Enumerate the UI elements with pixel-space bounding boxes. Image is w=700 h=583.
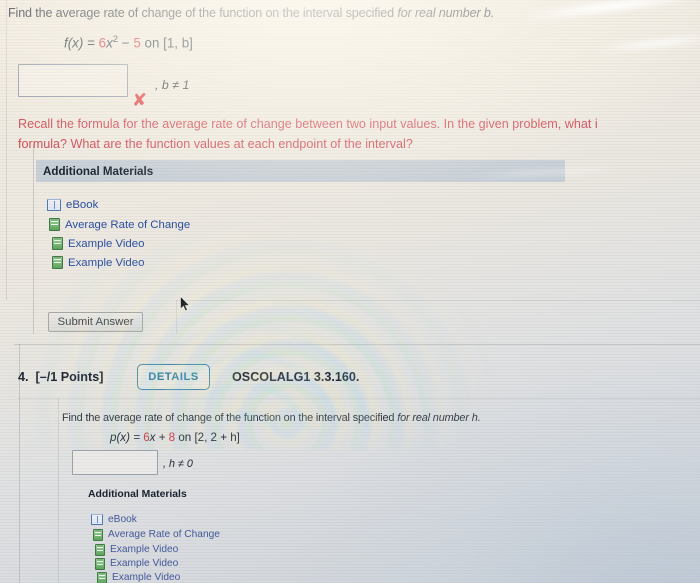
answer-input[interactable] [18,64,128,97]
book-icon [47,199,61,211]
prompt-italic-text: for real number b. [397,6,495,20]
q4-material-item-ebook[interactable]: eBook [91,514,137,525]
video-icon [49,218,60,231]
left-container-edge [6,0,7,300]
question-number-text: 4. [18,370,29,384]
question-4-materials-title: Additional Materials [88,489,187,500]
q4-header-divider [18,398,700,399]
q4-material-item-example-video-2[interactable]: Example Video [95,558,178,570]
book-icon [91,514,103,525]
material-item-average-rate-of-change[interactable]: Average Rate of Change [49,218,190,231]
prompt-plain-text: Find the average rate of change of the f… [8,6,398,20]
additional-materials-title: Additional Materials [43,165,154,178]
material-label: Example Video [68,237,145,250]
incorrect-x-icon: ✘ [132,90,148,111]
question-number: 4. [–/1 Points] [18,370,103,384]
formula-variable: x + [149,431,169,444]
question-code: OSCOLALG1 3.3.160. [232,370,360,384]
answer-row-edge [176,300,177,334]
prompt-plain-text: Find the average rate of change of the f… [62,412,398,424]
material-label: Example Video [68,256,145,269]
question-4-formula: p(x) = 6x + 8 on [2, 2 + h] [110,431,240,444]
q4-inner-edge [58,398,59,583]
material-label: Average Rate of Change [65,218,191,231]
submit-answer-button[interactable]: Submit Answer [48,312,143,332]
question-4-condition: , h ≠ 0 [163,458,193,470]
material-label: Average Rate of Change [108,529,220,541]
answer-condition: , b ≠ 1 [155,78,190,92]
question-points: [–/1 Points] [35,370,104,384]
video-icon [97,572,107,583]
feedback-line-2: formula? What are the function values at… [18,137,413,151]
video-icon [95,558,105,570]
inner-container-edge [33,144,34,334]
homework-page: Find the average rate of change of the f… [0,0,700,583]
material-label: eBook [66,199,99,211]
formula-function: f(x) = [64,35,99,51]
formula-minus: − [118,35,134,51]
material-item-example-video-1[interactable]: Example Video [52,237,144,250]
formula-constant: 5 [133,35,141,51]
function-formula: f(x) = 6x2 − 5 on [1, b] [64,34,193,50]
answer-row-divider [176,300,700,301]
screen-photo: Find the average rate of change of the f… [0,0,700,583]
q4-material-item-example-video-1[interactable]: Example Video [95,544,178,556]
feedback-line-1: Recall the formula for the average rate … [18,117,598,131]
material-item-example-video-2[interactable]: Example Video [52,256,144,269]
material-label: Example Video [112,572,181,583]
question-4-prompt: Find the average rate of change of the f… [62,412,481,424]
material-item-ebook[interactable]: eBook [47,199,98,211]
formula-variable: x [106,35,113,51]
question-prompt: Find the average rate of change of the f… [8,6,494,20]
q4-material-item-example-video-3[interactable]: Example Video [97,572,180,583]
question-divider [14,344,700,345]
video-icon [52,237,63,250]
mouse-cursor-icon [180,296,191,312]
formula-interval: on [2, 2 + h] [175,431,240,444]
formula-coefficient: 6 [98,35,107,51]
formula-function: p(x) = [110,431,144,444]
video-icon [93,529,103,541]
material-label: eBook [108,514,137,525]
q4-material-item-average-rate-of-change[interactable]: Average Rate of Change [93,529,220,541]
formula-interval: on [1, b] [140,35,193,51]
video-icon [95,544,105,556]
details-button[interactable]: DETAILS [137,364,210,390]
material-label: Example Video [110,558,179,570]
prompt-italic-text: for real number h. [397,412,481,424]
question-4-answer-input[interactable] [72,450,158,475]
material-label: Example Video [110,544,179,556]
video-icon [52,256,63,269]
